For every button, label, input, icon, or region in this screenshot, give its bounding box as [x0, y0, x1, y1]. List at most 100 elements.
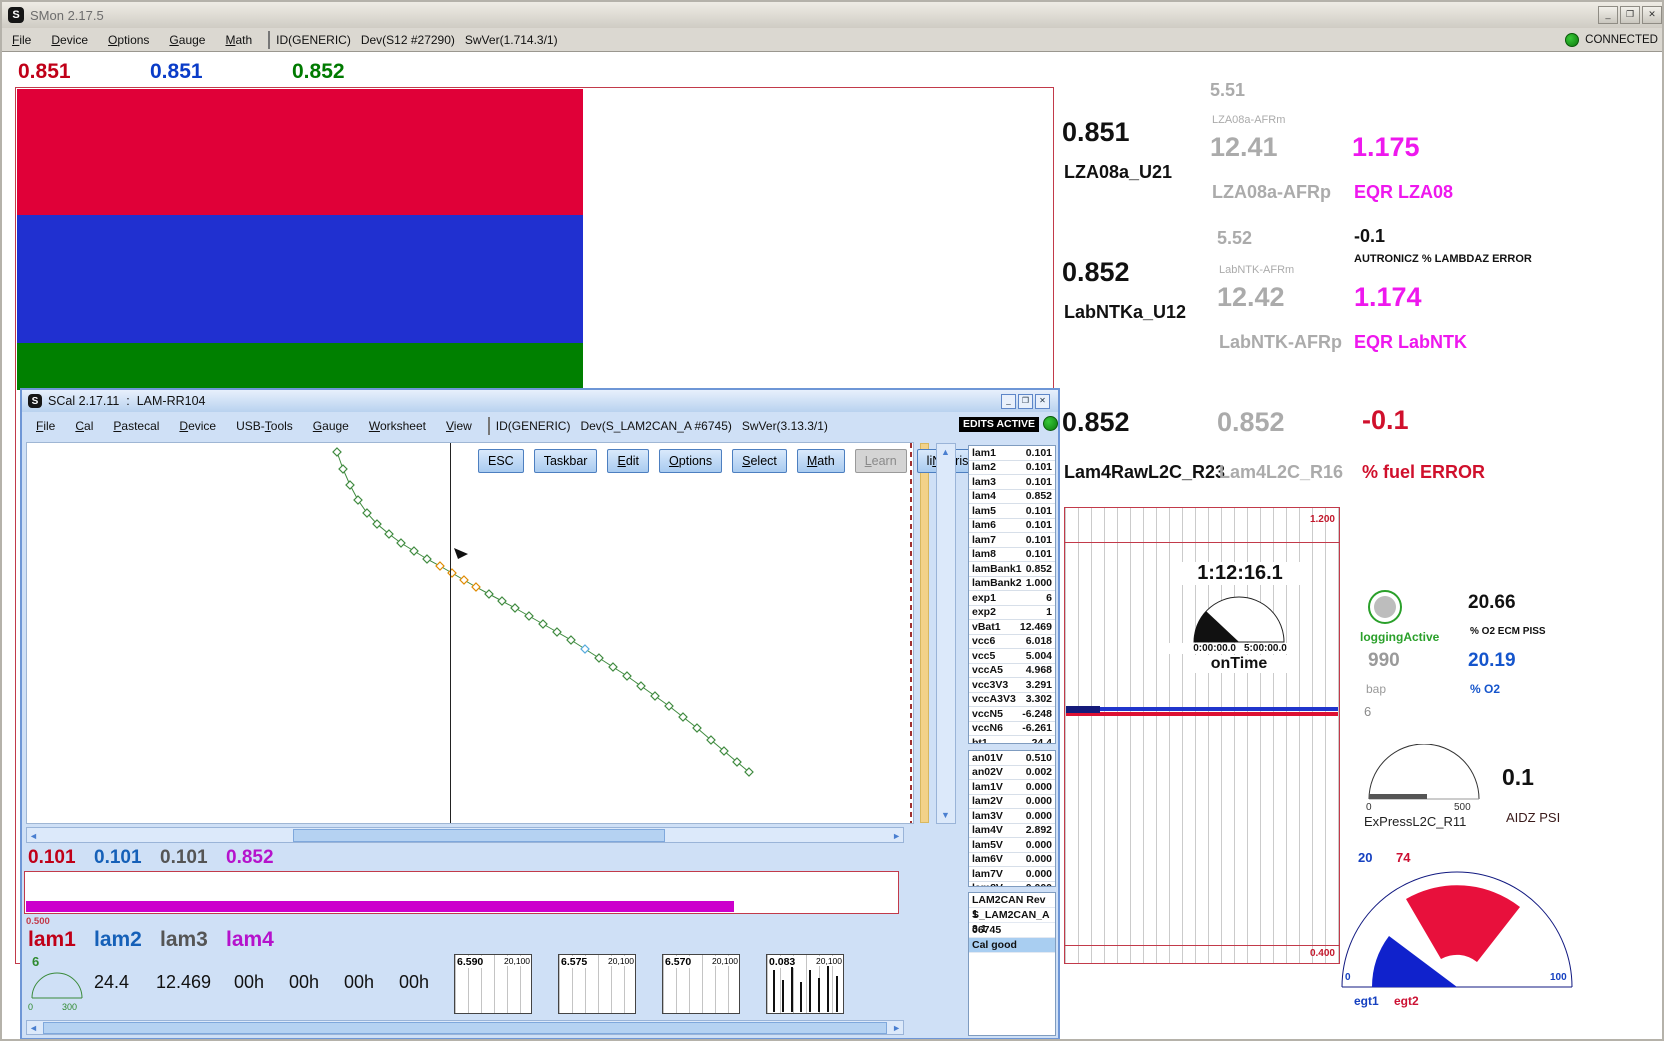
watch-row[interactable]: vccA54.968	[969, 664, 1055, 679]
io-row[interactable]: lam8V0.000	[969, 882, 1055, 888]
curve-point[interactable]	[339, 465, 347, 473]
scal-menu-item-pastecal[interactable]: Pastecal	[103, 419, 169, 433]
watch-row[interactable]: vccA3V33.302	[969, 693, 1055, 708]
menu-item-math[interactable]: Math	[215, 33, 262, 47]
curve-point[interactable]	[498, 597, 506, 605]
watch-row[interactable]: lam30.101	[969, 475, 1055, 490]
close-button[interactable]: ✕	[1642, 6, 1662, 24]
scal-bottom-scrollbar[interactable]: ◄ ►	[26, 1020, 904, 1035]
scal-menu-item-device[interactable]: Device	[169, 419, 226, 433]
io-row[interactable]: lam4V2.892	[969, 824, 1055, 839]
channel-value: 0.101	[160, 847, 226, 869]
scal-close-button[interactable]: ✕	[1035, 394, 1050, 409]
watch-row[interactable]: lam10.101	[969, 446, 1055, 461]
scal-menu-item-file[interactable]: File	[26, 419, 65, 433]
scroll-down-icon[interactable]: ▼	[941, 808, 950, 822]
scal-bottom-scrollbar-thumb[interactable]	[43, 1022, 887, 1034]
curve-point[interactable]	[472, 583, 480, 591]
watch-row[interactable]: lamBank10.852	[969, 562, 1055, 577]
graph-hscrollbar-thumb[interactable]	[293, 829, 665, 842]
scal-menu-item-view[interactable]: View	[436, 419, 482, 433]
io-row[interactable]: lam1V0.000	[969, 780, 1055, 795]
scroll-right-icon[interactable]: ►	[892, 829, 901, 843]
menu-item-file[interactable]: File	[2, 33, 41, 47]
watch-row[interactable]: lam60.101	[969, 519, 1055, 534]
curve-point[interactable]	[410, 547, 418, 555]
watch-list[interactable]: lam10.101lam20.101lam30.101lam40.852lam5…	[968, 445, 1056, 744]
scal-menu-item-usb-tools[interactable]: USB-Tools	[226, 419, 303, 433]
watch-row[interactable]: exp21	[969, 606, 1055, 621]
scroll-left-icon[interactable]: ◄	[29, 1021, 38, 1035]
watch-row[interactable]: vcc3V33.291	[969, 678, 1055, 693]
scroll-right-icon[interactable]: ►	[892, 1021, 901, 1035]
graph-vscrollbar[interactable]: ▲ ▼	[936, 443, 956, 824]
watch-row[interactable]: vccN6-6.261	[969, 722, 1055, 737]
menu-item-options[interactable]: Options	[98, 33, 159, 47]
curve-point[interactable]	[553, 628, 561, 636]
watch-row[interactable]: lamBank21.000	[969, 577, 1055, 592]
maximize-button[interactable]: ❐	[1620, 6, 1640, 24]
curve-point[interactable]	[423, 555, 431, 563]
minimize-button[interactable]: _	[1598, 6, 1618, 24]
scal-menu-item-gauge[interactable]: Gauge	[303, 419, 359, 433]
curve-point[interactable]	[346, 481, 354, 489]
channel-name: lam7V	[972, 868, 1003, 880]
watch-row[interactable]: vccN5-6.248	[969, 707, 1055, 722]
io-row[interactable]: an02V0.002	[969, 766, 1055, 781]
io-row[interactable]: lam3V0.000	[969, 809, 1055, 824]
watch-row[interactable]: lam20.101	[969, 461, 1055, 476]
scal-minimize-button[interactable]: _	[1001, 394, 1016, 409]
toolbar-button-select[interactable]: Select	[732, 449, 787, 473]
curve-point[interactable]	[485, 590, 493, 598]
curve-point[interactable]	[595, 654, 603, 662]
menu-item-device[interactable]: Device	[41, 33, 98, 47]
watch-row[interactable]: lam50.101	[969, 504, 1055, 519]
graph-hscrollbar[interactable]: ◄ ►	[26, 827, 904, 843]
scroll-left-icon[interactable]: ◄	[29, 829, 38, 843]
scal-menu-item-worksheet[interactable]: Worksheet	[359, 419, 436, 433]
watch-row[interactable]: vcc55.004	[969, 649, 1055, 664]
io-row[interactable]: lam6V0.000	[969, 853, 1055, 868]
toolbar-button-options[interactable]: Options	[659, 449, 722, 473]
toolbar-button-edit[interactable]: Edit	[607, 449, 649, 473]
watch-row[interactable]: exp16	[969, 591, 1055, 606]
watch-row[interactable]: lam80.101	[969, 548, 1055, 563]
curve-point[interactable]	[397, 539, 405, 547]
curve-point[interactable]	[354, 496, 362, 504]
menu-item-gauge[interactable]: Gauge	[159, 33, 215, 47]
watch-row[interactable]: lam70.101	[969, 533, 1055, 548]
curve-point[interactable]	[567, 636, 575, 644]
curve-point[interactable]	[333, 448, 341, 456]
scal-maximize-button[interactable]: ❐	[1018, 394, 1033, 409]
info-row[interactable]: 06745	[969, 923, 1055, 938]
toolbar-button-math[interactable]: Math	[797, 449, 845, 473]
scroll-up-icon[interactable]: ▲	[941, 445, 950, 459]
curve-point[interactable]	[609, 663, 617, 671]
curve-point[interactable]	[525, 612, 533, 620]
io-row[interactable]: lam5V0.000	[969, 838, 1055, 853]
io-row[interactable]: lam7V0.000	[969, 867, 1055, 882]
watch-row[interactable]: vcc66.018	[969, 635, 1055, 650]
toolbar-button-taskbar[interactable]: Taskbar	[534, 449, 598, 473]
io-voltage-list[interactable]: an01V0.510an02V0.002lam1V0.000lam2V0.000…	[968, 750, 1056, 887]
curve-point[interactable]	[539, 620, 547, 628]
watch-row[interactable]: lam40.852	[969, 490, 1055, 505]
io-row[interactable]: lam2V0.000	[969, 795, 1055, 810]
curve-point[interactable]	[623, 672, 631, 680]
watch-row[interactable]: bt124.4	[969, 736, 1055, 744]
device-info-box[interactable]: LAM2CAN Rev 1S_LAM2CAN_A 3.106745Cal goo…	[968, 892, 1056, 1036]
info-row[interactable]: Cal good	[969, 938, 1055, 953]
graph-cursor-line[interactable]	[450, 443, 451, 823]
watch-row[interactable]: vBat112.469	[969, 620, 1055, 635]
curve-point[interactable]	[581, 645, 589, 653]
curve-point[interactable]	[511, 604, 519, 612]
info-row[interactable]: LAM2CAN Rev 1	[969, 893, 1055, 908]
toolbar-button-esc[interactable]: ESC	[478, 449, 524, 473]
scal-menu-item-cal[interactable]: Cal	[65, 419, 103, 433]
curve-point[interactable]	[637, 682, 645, 690]
curve-point[interactable]	[460, 576, 468, 584]
curve-point[interactable]	[651, 692, 659, 700]
info-row[interactable]: S_LAM2CAN_A 3.1	[969, 908, 1055, 923]
curve-point[interactable]	[436, 562, 444, 570]
io-row[interactable]: an01V0.510	[969, 751, 1055, 766]
